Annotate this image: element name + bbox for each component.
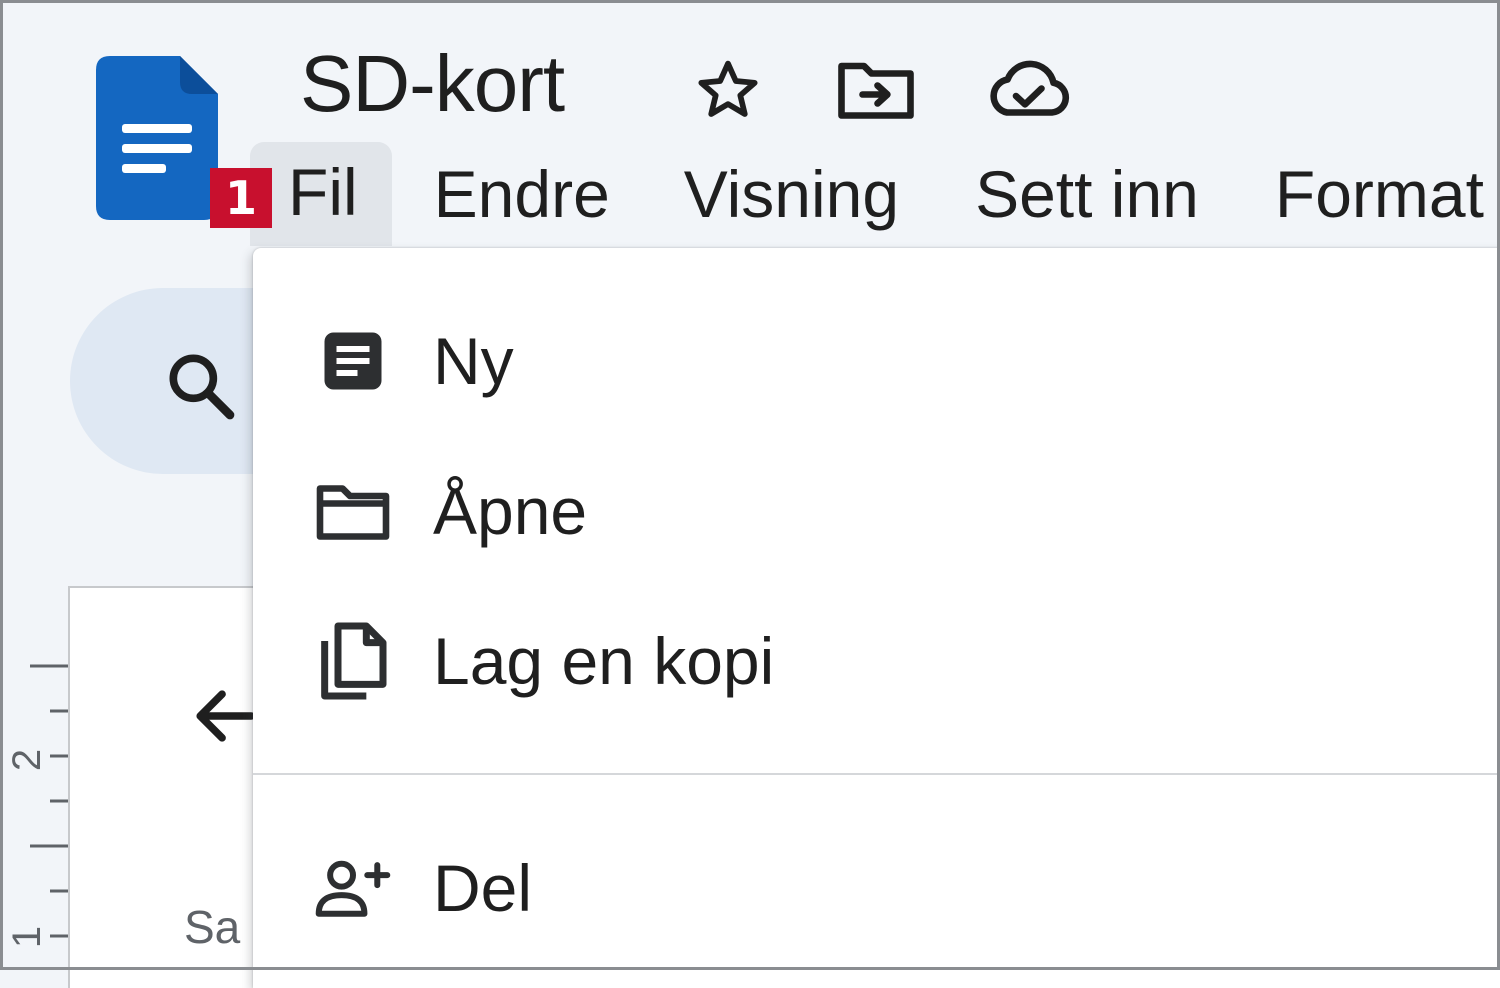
ruler-label-1: 1 bbox=[5, 925, 49, 949]
menu-edit[interactable]: Endre bbox=[434, 144, 610, 244]
file-menu-item-label: Del bbox=[433, 851, 533, 925]
cloud-saved-icon[interactable] bbox=[982, 52, 1074, 128]
folder-icon bbox=[313, 471, 393, 551]
menu-format[interactable]: Format bbox=[1275, 144, 1484, 244]
menu-insert[interactable]: Sett inn bbox=[975, 144, 1199, 244]
file-menu-item-open[interactable]: Åpne bbox=[253, 446, 1500, 576]
back-arrow-icon[interactable] bbox=[190, 678, 260, 754]
file-menu-dropdown: Ny Åpne Lag en kopi Del bbox=[253, 248, 1500, 988]
file-menu-item-label: Lag en kopi bbox=[433, 624, 775, 698]
menu-view[interactable]: Visning bbox=[684, 144, 899, 244]
copy-icon bbox=[313, 621, 393, 701]
menu-bar: Fil Endre Visning Sett inn Format bbox=[250, 142, 1484, 246]
file-menu-item-new[interactable]: Ny bbox=[253, 296, 1500, 426]
star-icon[interactable] bbox=[690, 52, 766, 128]
outline-summary-label: Sa bbox=[184, 901, 241, 953]
move-to-folder-icon[interactable] bbox=[834, 52, 918, 128]
ruler-label-2: 2 bbox=[5, 748, 49, 772]
document-title[interactable]: SD-kort bbox=[300, 36, 565, 132]
menu-divider bbox=[253, 773, 1500, 775]
add-person-icon bbox=[313, 848, 393, 928]
step-number-badge: 1 bbox=[210, 168, 272, 228]
file-menu-item-label: Åpne bbox=[433, 474, 588, 548]
document-icon bbox=[313, 321, 393, 401]
google-docs-logo-icon[interactable] bbox=[96, 56, 218, 220]
file-menu-item-label: Ny bbox=[433, 324, 514, 398]
search-icon[interactable] bbox=[160, 345, 240, 425]
file-menu-item-share[interactable]: Del bbox=[253, 823, 1500, 953]
file-menu-item-make-copy[interactable]: Lag en kopi bbox=[253, 596, 1500, 726]
